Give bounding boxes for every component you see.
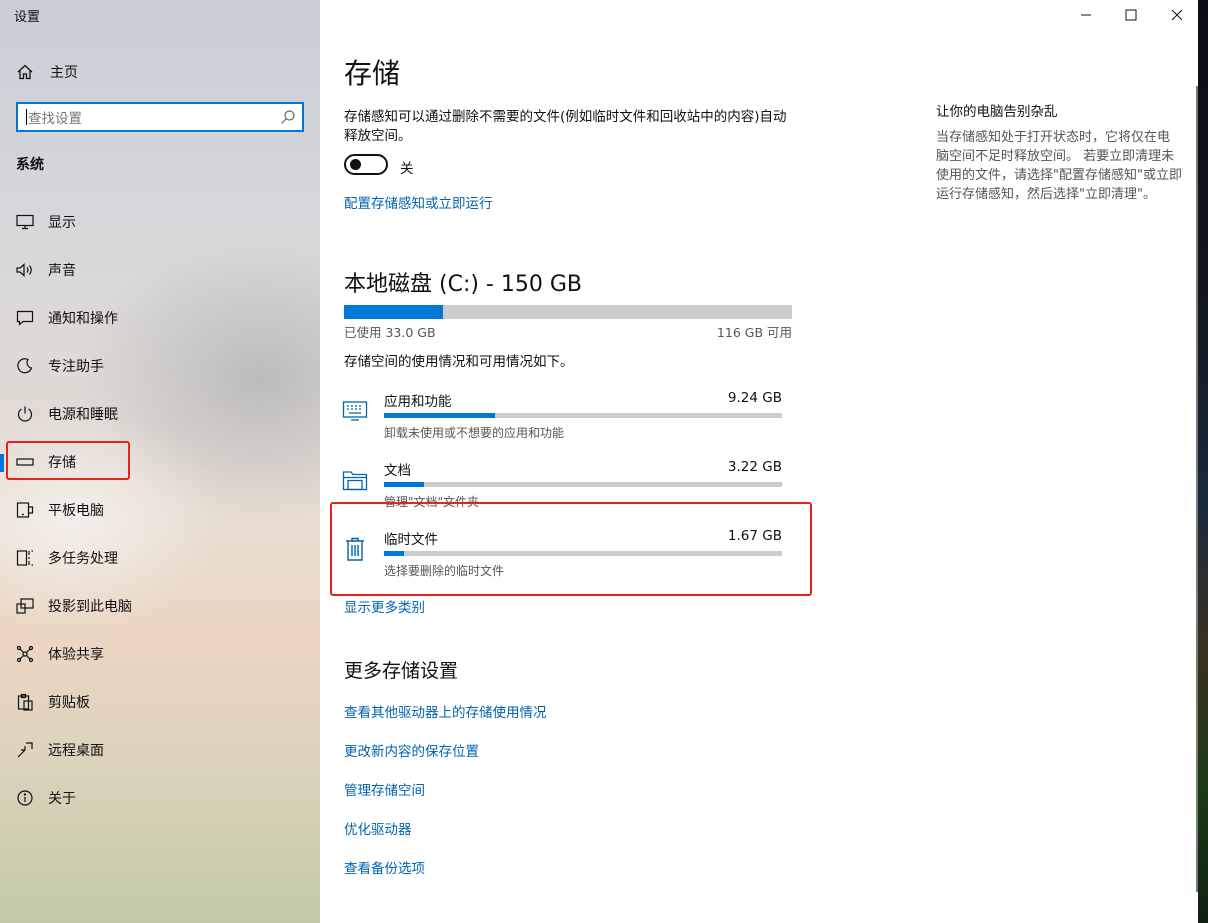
category-description: 卸载未使用或不想要的应用和功能 <box>384 426 565 440</box>
disk-used-label: 已使用 33.0 GB <box>344 325 436 340</box>
sidebar-item-label: 专注助手 <box>48 359 104 375</box>
category-name: 文档 <box>384 463 411 479</box>
close-icon <box>1171 9 1183 21</box>
category-apps-features[interactable]: 应用和功能 9.24 GB 卸载未使用或不想要的应用和功能 <box>342 390 786 450</box>
sidebar-item-projecting[interactable]: 投影到此电脑 <box>0 586 320 626</box>
sidebar-item-clipboard[interactable]: 剪贴板 <box>0 682 320 722</box>
minimize-icon <box>1081 14 1091 16</box>
disk-summary: 存储空间的使用情况和可用情况如下。 <box>344 354 574 370</box>
disk-usage-bar <box>344 305 792 319</box>
disk-title: 本地磁盘 (C:) - 150 GB <box>344 272 582 297</box>
multitasking-icon <box>16 549 34 567</box>
page-title: 存储 <box>344 57 401 90</box>
window-title: 设置 <box>14 10 41 25</box>
disk-free-label: 116 GB 可用 <box>716 325 792 340</box>
link-change-save-location[interactable]: 更改新内容的保存位置 <box>344 740 479 760</box>
info-icon <box>16 789 34 807</box>
category-usage-bar <box>384 482 782 487</box>
more-storage-settings-title: 更多存储设置 <box>344 660 459 682</box>
sidebar-item-label: 关于 <box>48 791 76 807</box>
sidebar-item-shared-experiences[interactable]: 体验共享 <box>0 634 320 674</box>
sidebar-item-multitasking[interactable]: 多任务处理 <box>0 538 320 578</box>
power-icon <box>16 405 34 423</box>
link-backup-options[interactable]: 查看备份选项 <box>344 857 425 877</box>
home-nav-item[interactable]: 主页 <box>16 60 78 84</box>
link-optimize-drives[interactable]: 优化驱动器 <box>344 818 412 838</box>
category-usage-fill <box>384 413 496 418</box>
close-button[interactable] <box>1163 4 1191 26</box>
category-size: 3.22 GB <box>727 459 782 475</box>
sidebar-item-label: 电源和睡眠 <box>48 407 118 423</box>
sidebar: 设置 主页 查找设置 系统 显示 声音 通知和操作 专注助手 电源和睡眠 存储 … <box>0 0 320 923</box>
sidebar-item-label: 远程桌面 <box>48 743 104 759</box>
monitor-icon <box>16 213 34 231</box>
sidebar-item-label: 体验共享 <box>48 647 104 663</box>
disk-usage-fill <box>344 305 443 319</box>
projecting-icon <box>16 597 34 615</box>
link-manage-storage-spaces[interactable]: 管理存储空间 <box>344 779 425 799</box>
sidebar-item-label: 平板电脑 <box>48 503 104 519</box>
sidebar-item-label: 投影到此电脑 <box>48 599 132 615</box>
maximize-button[interactable] <box>1117 4 1145 26</box>
search-placeholder: 查找设置 <box>28 111 82 127</box>
sidebar-item-label: 声音 <box>48 263 76 279</box>
category-name: 应用和功能 <box>384 394 452 410</box>
highlight-box-storage <box>6 441 130 480</box>
toggle-state-label: 关 <box>400 161 414 177</box>
section-label-system: 系统 <box>16 157 44 173</box>
sidebar-item-focus-assist[interactable]: 专注助手 <box>0 346 320 386</box>
search-icon <box>281 110 295 124</box>
apps-features-icon <box>342 401 368 421</box>
highlight-box-temporary-files <box>330 502 812 596</box>
main-content: 存储 存储感知可以通过删除不需要的文件(例如临时文件和回收站中的内容)自动释放空… <box>320 0 1198 923</box>
toggle-knob <box>350 159 361 170</box>
speaker-icon <box>16 261 34 279</box>
storage-sense-toggle[interactable] <box>344 154 388 175</box>
documents-folder-icon <box>342 471 368 491</box>
sidebar-item-remote-desktop[interactable]: 远程桌面 <box>0 730 320 770</box>
minimize-button[interactable] <box>1072 4 1100 26</box>
maximize-icon <box>1125 9 1137 21</box>
sidebar-item-label: 通知和操作 <box>48 311 118 327</box>
text-caret <box>26 109 27 125</box>
category-size: 9.24 GB <box>727 390 782 406</box>
clipboard-icon <box>16 693 34 711</box>
sidebar-item-tablet[interactable]: 平板电脑 <box>0 490 320 530</box>
sidebar-item-display[interactable]: 显示 <box>0 202 320 242</box>
focus-assist-icon <box>16 357 34 375</box>
sidebar-item-notifications[interactable]: 通知和操作 <box>0 298 320 338</box>
shared-experiences-icon <box>16 645 34 663</box>
sidebar-item-power-sleep[interactable]: 电源和睡眠 <box>0 394 320 434</box>
desktop-background-strip <box>1198 0 1208 923</box>
category-usage-bar <box>384 413 782 418</box>
category-usage-fill <box>384 482 424 487</box>
sidebar-item-label: 多任务处理 <box>48 551 118 567</box>
sidebar-item-about[interactable]: 关于 <box>0 778 320 818</box>
show-more-categories-link[interactable]: 显示更多类别 <box>344 596 425 616</box>
sidebar-item-label: 显示 <box>48 215 76 231</box>
home-label: 主页 <box>50 65 78 81</box>
sidebar-item-label: 剪贴板 <box>48 695 90 711</box>
remote-desktop-icon <box>16 741 34 759</box>
search-input[interactable]: 查找设置 <box>16 102 304 132</box>
tip-title: 让你的电脑告别杂乱 <box>936 104 1058 120</box>
notification-icon <box>16 309 34 327</box>
tablet-icon <box>16 501 34 519</box>
home-icon <box>17 64 33 80</box>
configure-storage-sense-link[interactable]: 配置存储感知或立即运行 <box>344 192 493 212</box>
sidebar-item-sound[interactable]: 声音 <box>0 250 320 290</box>
storage-sense-description: 存储感知可以通过删除不需要的文件(例如临时文件和回收站中的内容)自动释放空间。 <box>344 109 787 144</box>
link-other-drives-usage[interactable]: 查看其他驱动器上的存储使用情况 <box>344 701 547 721</box>
tip-text: 当存储感知处于打开状态时，它将仅在电脑空间不足时释放空间。 若要立即清理未使用的… <box>936 130 1182 202</box>
